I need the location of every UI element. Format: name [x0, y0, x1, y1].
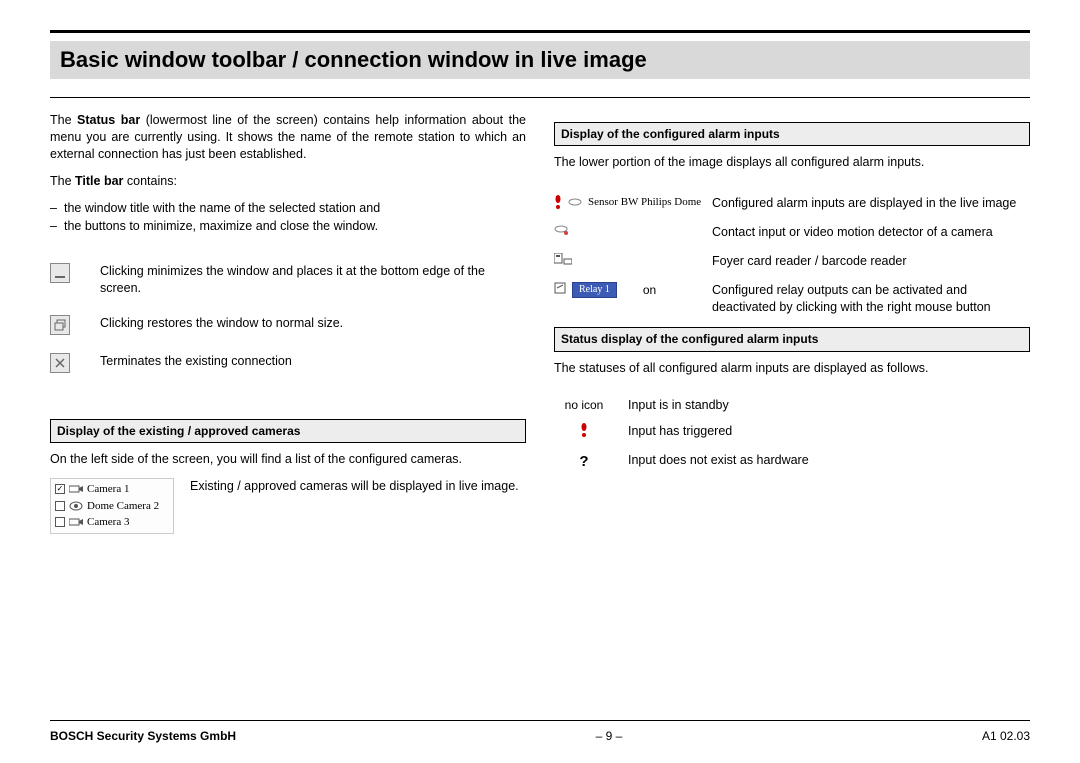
- exclamation-icon: [554, 195, 562, 209]
- footer: BOSCH Security Systems GmbH – 9 – A1 02.…: [0, 720, 1080, 743]
- cameras-paragraph: On the left side of the screen, you will…: [50, 451, 526, 468]
- checkbox-checked-icon: ✓: [55, 484, 65, 494]
- minimize-row: Clicking minimizes the window and places…: [50, 263, 526, 297]
- list-item: the buttons to minimize, maximize and cl…: [64, 218, 526, 235]
- restore-icon: [50, 315, 70, 335]
- relay-state: on: [643, 282, 656, 298]
- icon-cell: [50, 263, 86, 283]
- relay-badge: Relay 1: [572, 282, 617, 299]
- camera-icon: [69, 517, 83, 527]
- contact-desc: Contact input or video motion detector o…: [712, 224, 1030, 241]
- page: Basic window toolbar / connection window…: [0, 0, 1080, 763]
- list-item: the window title with the name of the se…: [64, 200, 526, 217]
- close-icon: [50, 353, 70, 373]
- text: contains:: [123, 174, 177, 188]
- content-columns: The Status bar (lowermost line of the sc…: [50, 112, 1030, 534]
- camera-row: Dome Camera 2: [55, 498, 169, 515]
- camera-example: ✓ Camera 1 Dome Camera 2 Camera 3: [50, 478, 526, 534]
- restore-text: Clicking restores the window to normal s…: [100, 315, 526, 332]
- checkbox-icon: [55, 517, 65, 527]
- camera-list-box: ✓ Camera 1 Dome Camera 2 Camera 3: [50, 478, 174, 534]
- camera-label: Dome Camera 2: [87, 498, 159, 515]
- status-triggered-row: Input has triggered: [554, 423, 1030, 441]
- minimize-text: Clicking minimizes the window and places…: [100, 263, 526, 297]
- status-bar-label: Status bar: [77, 113, 140, 127]
- status-standby-row: no icon Input is in standby: [554, 397, 1030, 414]
- relay-icon: [554, 282, 566, 299]
- status-text: Input does not exist as hardware: [628, 452, 809, 469]
- alarm-paragraph: The lower portion of the image displays …: [554, 154, 1030, 171]
- title-bar-intro: The Title bar contains:: [50, 173, 526, 190]
- restore-row: Clicking restores the window to normal s…: [50, 315, 526, 335]
- icon-cell: [50, 353, 86, 373]
- alarm-foyer-row: Foyer card reader / barcode reader: [554, 253, 1030, 270]
- alarm-contact-row: Contact input or video motion detector o…: [554, 224, 1030, 241]
- close-text: Terminates the existing connection: [100, 353, 526, 370]
- exclamation-icon: [554, 423, 614, 441]
- camera-row: ✓ Camera 1: [55, 481, 169, 498]
- relay-desc: Configured relay outputs can be activate…: [712, 282, 1030, 316]
- status-heading: Status display of the configured alarm i…: [554, 327, 1030, 351]
- alarm-icon-cell: [554, 224, 704, 234]
- close-row: Terminates the existing connection: [50, 353, 526, 373]
- contact-icon: [554, 224, 568, 234]
- footer-rule: [50, 720, 1030, 721]
- status-paragraph: The statuses of all configured alarm inp…: [554, 360, 1030, 377]
- text: The: [50, 174, 75, 188]
- sensor-desc: Configured alarm inputs are displayed in…: [712, 195, 1030, 212]
- footer-company: BOSCH Security Systems GmbH: [50, 729, 236, 743]
- page-title: Basic window toolbar / connection window…: [50, 41, 1030, 79]
- camera-icon: [69, 484, 83, 494]
- alarm-icon-cell: Relay 1 on: [554, 282, 704, 299]
- title-bar-label: Title bar: [75, 174, 123, 188]
- status-missing-row: ? Input does not exist as hardware: [554, 452, 1030, 472]
- card-reader-icon: [554, 253, 572, 270]
- camera-row: Camera 3: [55, 514, 169, 531]
- camera-label: Camera 1: [87, 481, 129, 498]
- text: The: [50, 113, 77, 127]
- icon-cell: [50, 315, 86, 335]
- question-icon: ?: [554, 452, 614, 472]
- left-column: The Status bar (lowermost line of the sc…: [50, 112, 526, 534]
- title-bar-list: the window title with the name of the se…: [50, 200, 526, 236]
- camera-desc: Existing / approved cameras will be disp…: [190, 478, 519, 495]
- footer-version: A1 02.03: [982, 729, 1030, 743]
- sensor-label: Sensor BW Philips Dome: [588, 195, 701, 210]
- alarm-relay-row: Relay 1 on Configured relay outputs can …: [554, 282, 1030, 316]
- foyer-desc: Foyer card reader / barcode reader: [712, 253, 1030, 270]
- alarm-heading: Display of the configured alarm inputs: [554, 122, 1030, 146]
- status-bar-paragraph: The Status bar (lowermost line of the sc…: [50, 112, 526, 163]
- footer-page: – 9 –: [596, 729, 623, 743]
- right-column: Display of the configured alarm inputs T…: [554, 112, 1030, 534]
- alarm-icon-cell: Sensor BW Philips Dome: [554, 195, 704, 210]
- alarm-sensor-row: Sensor BW Philips Dome Configured alarm …: [554, 195, 1030, 212]
- dome-camera-icon: [69, 501, 83, 511]
- footer-line: BOSCH Security Systems GmbH – 9 – A1 02.…: [50, 729, 1030, 743]
- minimize-icon: [50, 263, 70, 283]
- title-underline: [50, 97, 1030, 98]
- status-text: Input has triggered: [628, 423, 732, 440]
- status-text: Input is in standby: [628, 397, 729, 414]
- camera-label: Camera 3: [87, 514, 129, 531]
- sensor-icon: [568, 197, 582, 207]
- status-icon-none: no icon: [554, 397, 614, 413]
- checkbox-icon: [55, 501, 65, 511]
- top-rule: [50, 30, 1030, 33]
- alarm-icon-cell: [554, 253, 704, 270]
- cameras-heading: Display of the existing / approved camer…: [50, 419, 526, 443]
